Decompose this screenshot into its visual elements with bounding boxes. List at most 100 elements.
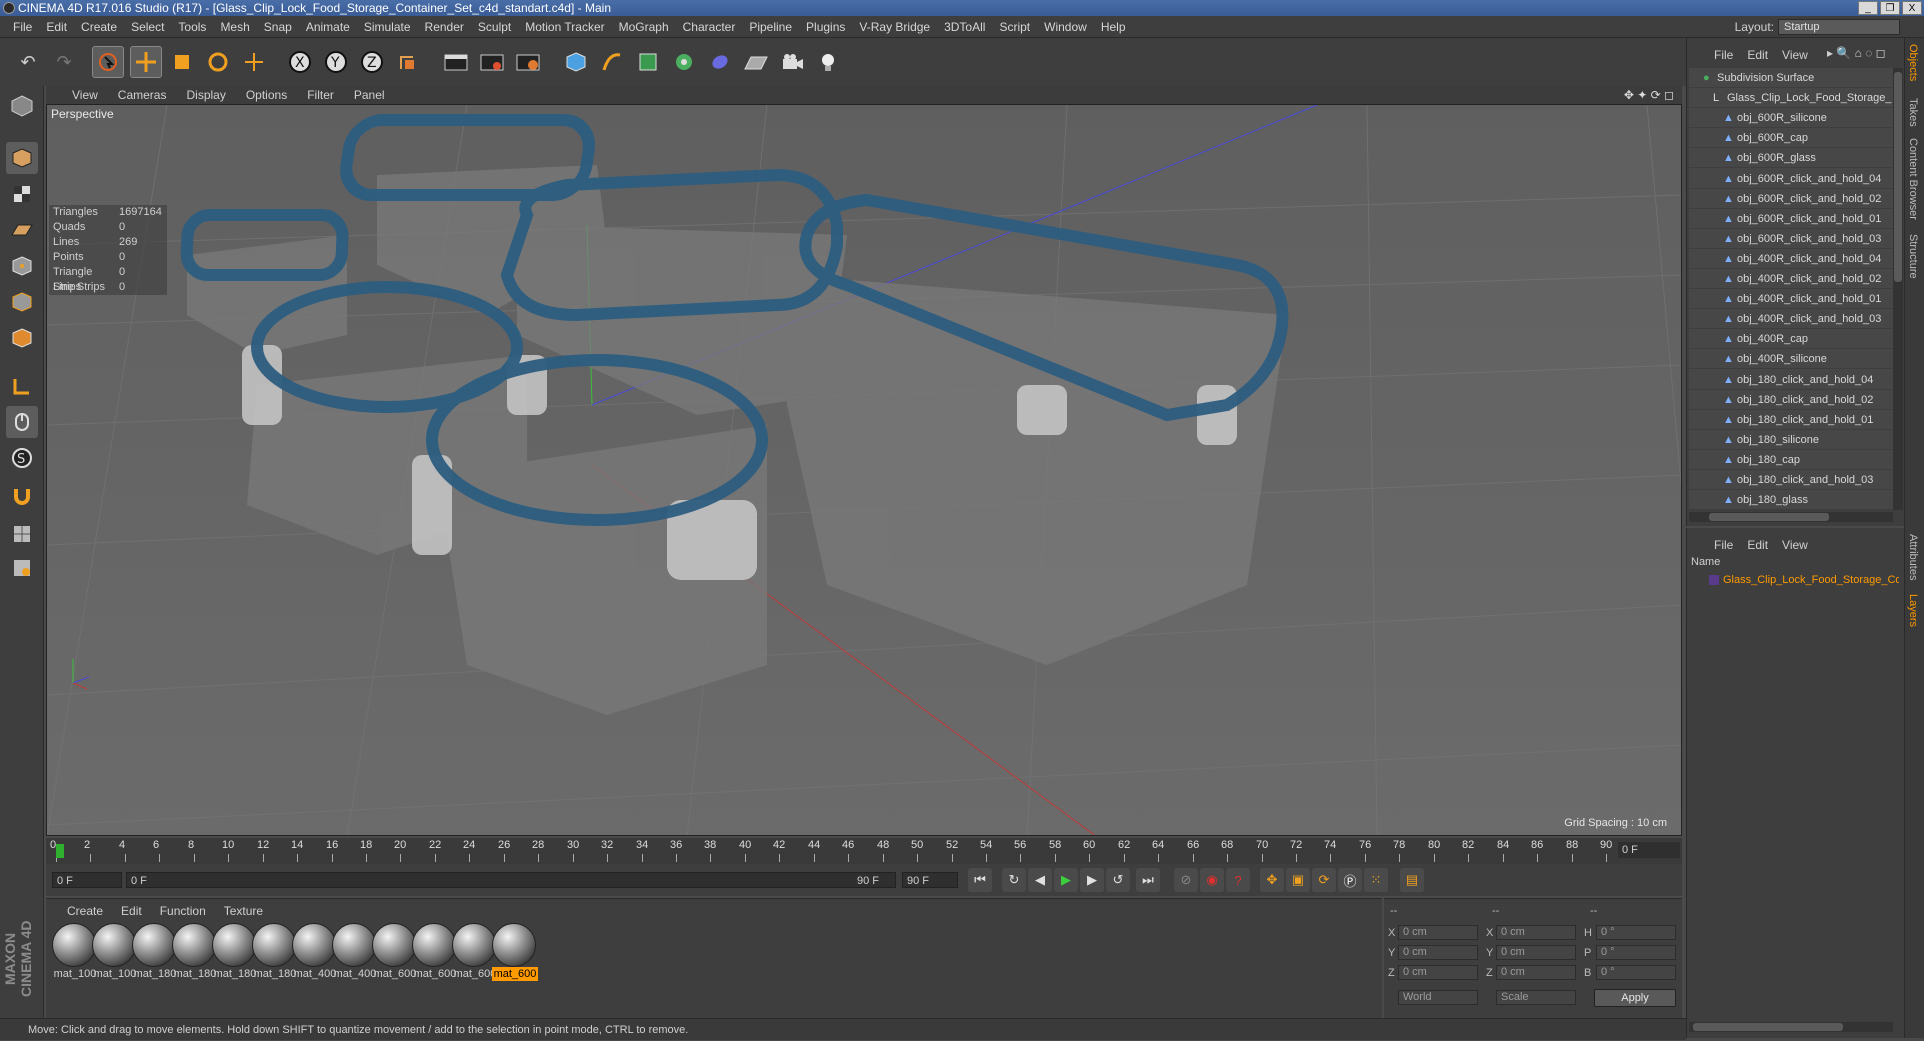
axis-mode-icon[interactable] [6,370,38,402]
record-keys-icon[interactable]: ⊘ [1174,868,1198,892]
rotate-tool-icon[interactable] [202,46,234,78]
live-selection-icon[interactable] [92,46,124,78]
coordinate-system-dropdown[interactable]: World [1398,990,1478,1005]
tweak-mode-icon[interactable] [6,406,38,438]
render-settings-icon[interactable] [512,46,544,78]
viewport-menu-filter[interactable]: Filter [297,86,344,104]
points-mode-icon[interactable] [6,250,38,282]
keyframe-selection-icon[interactable]: ? [1226,868,1250,892]
render-view-icon[interactable] [440,46,472,78]
scale-key-icon[interactable]: ▣ [1286,868,1310,892]
move-tool-icon[interactable] [130,46,162,78]
menu-script[interactable]: Script [992,16,1037,38]
coordinate-system-icon[interactable] [392,46,424,78]
menu-3dtoall[interactable]: 3DToAll [937,16,992,38]
object-menu-edit[interactable]: Edit [1740,48,1775,62]
light-icon[interactable] [812,46,844,78]
viewport-menu-display[interactable]: Display [176,86,235,104]
menu-sculpt[interactable]: Sculpt [471,16,518,38]
size-y-field[interactable]: 0 cm [1496,945,1576,960]
menu-snap[interactable]: Snap [257,16,299,38]
workplane-lock-icon[interactable] [6,518,38,550]
tab-objects[interactable]: Objects [1907,44,1919,81]
object-row[interactable]: ▲ obj_400R_click_and_hold_03 [1689,309,1893,330]
scale-tool-icon[interactable] [166,46,198,78]
grid-lock-icon[interactable] [6,552,38,584]
previous-frame-icon[interactable]: ◀ [1028,868,1052,892]
layer-row[interactable]: Glass_Clip_Lock_Food_Storage_Con [1691,572,1899,588]
playhead-marker[interactable] [56,844,64,858]
workplane-mode-icon[interactable] [6,214,38,246]
object-row[interactable]: ▲ obj_400R_click_and_hold_01 [1689,289,1893,310]
layer-menu-view[interactable]: View [1775,538,1815,552]
material-menu-create[interactable]: Create [58,903,112,919]
object-row[interactable]: ▲ obj_400R_cap [1689,329,1893,350]
next-frame-icon[interactable]: ▶ [1080,868,1104,892]
render-picture-viewer-icon[interactable] [476,46,508,78]
transform-tool-icon[interactable] [238,46,270,78]
pen-spline-icon[interactable] [596,46,628,78]
previous-keyframe-icon[interactable]: ↻ [1002,868,1026,892]
menu-help[interactable]: Help [1094,16,1133,38]
layer-hscrollbar[interactable] [1689,1022,1893,1032]
menu-window[interactable]: Window [1037,16,1094,38]
go-to-start-icon[interactable]: ⏮ [968,868,992,892]
menu-pipeline[interactable]: Pipeline [742,16,799,38]
start-frame-field[interactable]: 0 F [52,872,122,888]
menu-tools[interactable]: Tools [171,16,213,38]
object-row[interactable]: ▲ obj_180_click_and_hold_01 [1689,410,1893,430]
go-to-end-icon[interactable]: ⏭ [1136,868,1160,892]
viewport-menu-panel[interactable]: Panel [344,86,395,104]
viewport-menu-cameras[interactable]: Cameras [108,86,177,104]
object-row[interactable]: ▲ obj_180_click_and_hold_02 [1689,390,1893,410]
rotation-key-icon[interactable]: ⟳ [1312,868,1336,892]
floor-object-icon[interactable] [740,46,772,78]
tab-attributes[interactable]: Attributes [1907,534,1919,580]
object-row[interactable]: ▲ obj_180_silicone [1689,430,1893,450]
pos-z-field[interactable]: 0 cm [1398,965,1478,980]
menu-create[interactable]: Create [74,16,124,38]
edges-mode-icon[interactable] [6,286,38,318]
parameter-key-icon[interactable]: Ⓟ [1338,868,1362,892]
layer-color-swatch[interactable] [1709,575,1719,586]
object-row[interactable]: L Glass_Clip_Lock_Food_Storage_ [1689,88,1893,109]
menu-select[interactable]: Select [124,16,171,38]
preview-range-slider[interactable]: 0 F 90 F [126,872,896,888]
cube-primitive-icon[interactable] [560,46,592,78]
subdivision-surface-icon[interactable] [632,46,664,78]
menu-mesh[interactable]: Mesh [213,16,256,38]
object-row[interactable]: ▲ obj_180_click_and_hold_03 [1689,470,1893,490]
object-row[interactable]: ▲ obj_600R_click_and_hold_01 [1689,209,1893,229]
play-forward-icon[interactable]: ▶ [1054,868,1078,892]
redo-icon[interactable]: ↷ [48,46,80,78]
object-row[interactable]: ▲ obj_180_glass [1689,490,1893,510]
polygons-mode-icon[interactable] [6,322,38,354]
menu-render[interactable]: Render [418,16,471,38]
timeline-ruler[interactable]: 0 2 4 6 8 10 12 14 16 18 20 22 24 26 28 30 32 34 36 38 40 42 4… [46,838,1682,864]
menu-edit[interactable]: Edit [39,16,74,38]
texture-mode-icon[interactable] [6,178,38,210]
viewport-menu-options[interactable]: Options [236,86,297,104]
menu-v-ray-bridge[interactable]: V-Ray Bridge [852,16,937,38]
object-row[interactable]: ▲ obj_600R_cap [1689,128,1893,149]
tab-layers[interactable]: Layers [1907,594,1919,627]
material-menu-texture[interactable]: Texture [215,903,272,919]
object-row[interactable]: ▲ obj_600R_silicone [1689,108,1893,129]
pos-x-field[interactable]: 0 cm [1398,925,1478,940]
menu-file[interactable]: File [6,16,39,38]
menu-motion-tracker[interactable]: Motion Tracker [518,16,611,38]
model-mode-icon[interactable] [6,142,38,174]
object-manager-tool-icons[interactable]: ▸ 🔍 ⌂ ◌ ◻ [1827,46,1886,60]
layer-menu-file[interactable]: File [1707,538,1740,552]
menu-character[interactable]: Character [676,16,743,38]
size-mode-dropdown[interactable]: Scale [1496,990,1576,1005]
viewport-menu-view[interactable]: View [62,86,108,104]
object-row[interactable]: ▲ obj_400R_click_and_hold_02 [1689,269,1893,289]
y-axis-lock-icon[interactable]: Y [320,46,352,78]
pos-y-field[interactable]: 0 cm [1398,945,1478,960]
snap-icon[interactable]: S [6,442,38,474]
size-x-field[interactable]: 0 cm [1496,925,1576,940]
point-level-key-icon[interactable]: ⁙ [1364,868,1388,892]
material-swatch[interactable]: mat_600 [492,923,538,985]
object-tree[interactable]: ● Subdivision Surface L Glass_Clip_Lock_Foo… [1689,68,1893,510]
